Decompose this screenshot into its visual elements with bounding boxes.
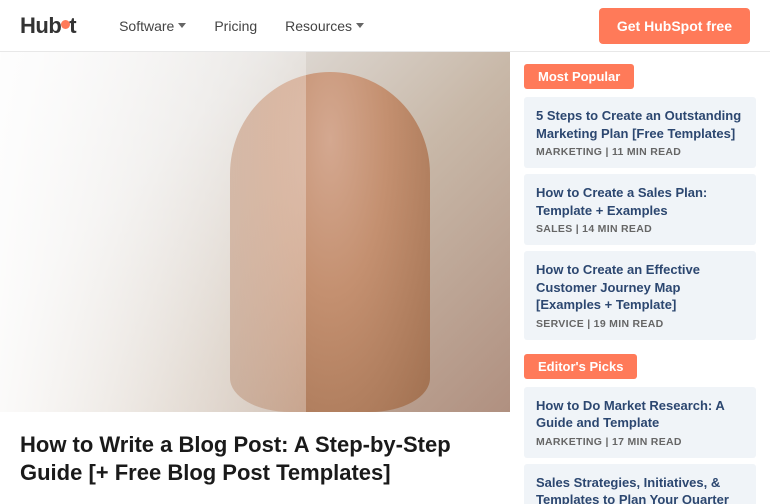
header: Hubt Software Pricing Resources Get HubS… [0,0,770,52]
chevron-down-icon-2 [356,23,364,28]
card-meta: MARKETING | 11 MIN READ [536,146,744,158]
most-popular-section: Most Popular 5 Steps to Create an Outsta… [524,64,756,340]
list-item[interactable]: 5 Steps to Create an Outstanding Marketi… [524,97,756,168]
hero-caption: How to Write a Blog Post: A Step-by-Step… [0,413,510,504]
editors-picks-badge: Editor's Picks [524,354,637,379]
card-title: 5 Steps to Create an Outstanding Marketi… [536,107,744,142]
card-title: How to Create a Sales Plan: Template + E… [536,184,744,219]
chevron-down-icon [178,23,186,28]
card-meta: SALES | 14 MIN READ [536,223,744,235]
card-meta: MARKETING | 17 MIN READ [536,436,744,448]
card-title: How to Do Market Research: A Guide and T… [536,397,744,432]
list-item[interactable]: How to Do Market Research: A Guide and T… [524,387,756,458]
card-title: Sales Strategies, Initiatives, & Templat… [536,474,744,504]
main-content: How to Write a Blog Post: A Step-by-Step… [0,52,770,504]
editors-picks-section: Editor's Picks How to Do Market Research… [524,354,756,504]
list-item[interactable]: Sales Strategies, Initiatives, & Templat… [524,464,756,504]
sidebar: Most Popular 5 Steps to Create an Outsta… [510,52,770,504]
get-hubspot-free-button[interactable]: Get HubSpot free [599,8,750,44]
nav-item-software[interactable]: Software [107,10,198,42]
hero-title: How to Write a Blog Post: A Step-by-Step… [20,431,490,488]
list-item[interactable]: How to Create an Effective Customer Jour… [524,251,756,340]
card-meta: SERVICE | 19 MIN READ [536,318,744,330]
nav-item-pricing[interactable]: Pricing [202,10,269,42]
card-title: How to Create an Effective Customer Jour… [536,261,744,314]
most-popular-badge: Most Popular [524,64,634,89]
logo-full: Hubt [20,13,77,39]
main-nav: Software Pricing Resources [107,10,599,42]
nav-item-resources[interactable]: Resources [273,10,376,42]
logo[interactable]: Hubt [20,13,77,39]
hero-image [0,52,510,412]
hero-section: How to Write a Blog Post: A Step-by-Step… [0,52,510,504]
list-item[interactable]: How to Create a Sales Plan: Template + E… [524,174,756,245]
